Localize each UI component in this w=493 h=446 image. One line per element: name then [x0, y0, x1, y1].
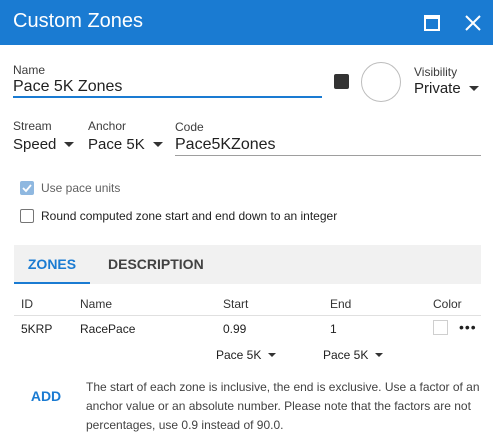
tab-zones[interactable]: ZONES — [14, 245, 90, 284]
chevron-down-icon — [152, 141, 163, 147]
use-pace-units-row[interactable]: Use pace units — [20, 181, 120, 195]
end-unit-value: Pace 5K — [323, 348, 369, 362]
add-zone-button[interactable]: ADD — [24, 381, 68, 411]
close-button[interactable] — [460, 10, 486, 36]
visibility-value: Private — [414, 80, 461, 97]
table-divider — [14, 315, 481, 316]
code-label: Code — [175, 120, 204, 134]
stream-label: Stream — [13, 119, 52, 133]
start-unit-value: Pace 5K — [216, 348, 262, 362]
round-down-label: Round computed zone start and end down t… — [41, 209, 338, 223]
anchor-select[interactable]: Pace 5K — [88, 136, 163, 153]
column-header-color: Color — [433, 297, 462, 311]
stream-value: Speed — [13, 136, 57, 153]
chevron-down-icon — [375, 352, 384, 357]
round-down-row[interactable]: Round computed zone start and end down t… — [20, 209, 337, 223]
use-pace-units-label: Use pace units — [41, 181, 121, 195]
close-icon — [465, 15, 481, 31]
zone-id-cell[interactable]: 5KRP — [21, 322, 52, 336]
help-text: The start of each zone is inclusive, the… — [86, 380, 480, 432]
name-label: Name — [13, 63, 46, 77]
round-down-checkbox[interactable] — [20, 209, 34, 223]
code-input[interactable] — [175, 135, 479, 155]
column-header-end: End — [330, 297, 352, 311]
name-underline — [13, 96, 322, 98]
zone-end-cell[interactable]: 1 — [330, 322, 337, 336]
zone-color-box[interactable] — [433, 320, 448, 335]
chevron-down-icon — [64, 141, 75, 147]
code-underline — [175, 155, 481, 156]
zone-name-cell[interactable]: RacePace — [80, 322, 135, 336]
color-picker-circle[interactable] — [361, 62, 401, 102]
chevron-down-icon — [468, 85, 479, 91]
zone-start-cell[interactable]: 0.99 — [223, 322, 246, 336]
color-swatch[interactable] — [334, 74, 349, 89]
anchor-label: Anchor — [88, 119, 127, 133]
stream-select[interactable]: Speed — [13, 136, 75, 153]
active-tab-indicator — [14, 282, 90, 284]
dialog-title: Custom Zones — [13, 10, 144, 32]
anchor-value: Pace 5K — [88, 136, 145, 153]
column-header-start: Start — [223, 297, 249, 311]
tabs-bar: ZONES DESCRIPTION — [14, 245, 481, 284]
more-options-icon[interactable]: ••• — [459, 319, 477, 335]
column-header-name: Name — [80, 297, 113, 311]
maximize-icon — [424, 15, 440, 31]
column-header-id: ID — [21, 297, 33, 311]
maximize-button[interactable] — [419, 10, 445, 36]
name-input[interactable] — [13, 77, 321, 97]
visibility-select[interactable]: Private — [414, 80, 479, 97]
use-pace-units-checkbox[interactable] — [20, 181, 34, 195]
start-unit-select[interactable]: Pace 5K — [216, 348, 277, 362]
tab-description[interactable]: DESCRIPTION — [108, 245, 204, 284]
title-bar: Custom Zones — [0, 0, 493, 45]
checkmark-icon — [22, 184, 32, 193]
visibility-label: Visibility — [414, 65, 458, 79]
chevron-down-icon — [268, 352, 277, 357]
end-unit-select[interactable]: Pace 5K — [323, 348, 384, 362]
